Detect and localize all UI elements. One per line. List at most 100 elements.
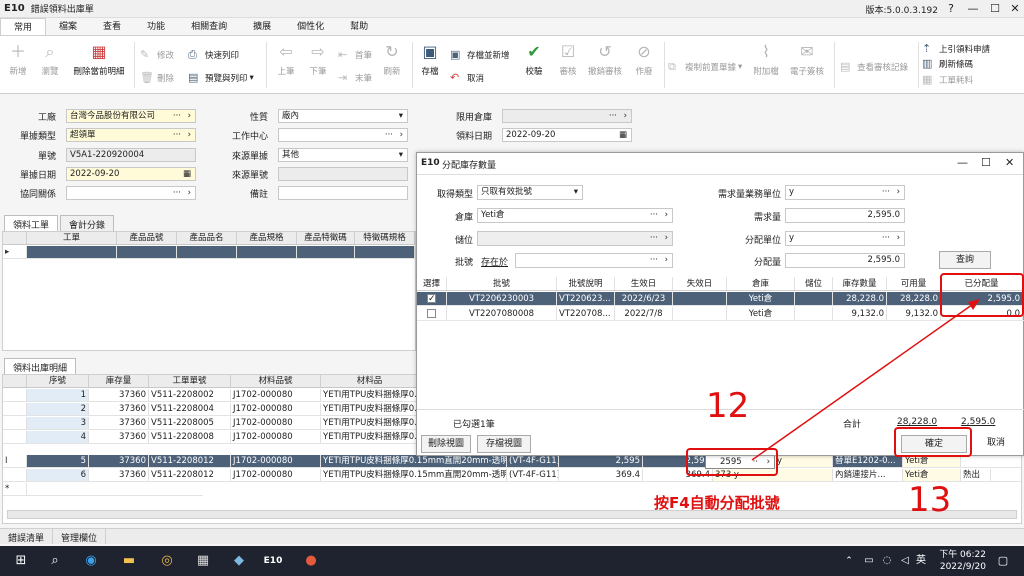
table-row[interactable]: ▸	[3, 246, 415, 259]
batch-row-selected[interactable]: VT2206230003 VT220623... 2022/6/23 Yeti倉…	[417, 292, 1024, 306]
menu-tab-function[interactable]: 功能	[134, 18, 178, 35]
col-warehouse[interactable]: 倉庫	[727, 277, 795, 290]
review-button[interactable]: ☑ 審核	[554, 42, 582, 77]
refresh-button[interactable]: ↻ 刷新	[378, 42, 406, 77]
chevron-right-icon[interactable]: ›	[665, 254, 668, 267]
notes-icon[interactable]: ◆	[228, 551, 250, 571]
chevron-right-icon[interactable]: ›	[665, 232, 668, 245]
lookup-icon[interactable]: ···	[650, 254, 658, 267]
unreview-button[interactable]: ↺ 撤銷審核	[586, 42, 624, 77]
save-button[interactable]: ▣ 存檔	[416, 42, 444, 77]
upper-pick-request-button[interactable]: ⇡ 上引領料申請	[922, 42, 990, 55]
first-record-button[interactable]: ⇤ 首筆	[338, 48, 372, 61]
new-button[interactable]: ＋新增	[4, 42, 32, 77]
table-row[interactable]: 3 37360 V511-2208005 J1702-000080 YETI用T…	[3, 417, 417, 430]
table-row[interactable]: 2 37360 V511-2208004 J1702-000080 YETI用T…	[3, 403, 417, 416]
col-product-name[interactable]: 產品品名	[177, 232, 237, 244]
cancel-button[interactable]: 取消	[973, 435, 1019, 453]
next-record-button[interactable]: ⇨ 下筆	[304, 42, 332, 77]
limit-warehouse-field[interactable]: ··· ›	[502, 109, 632, 123]
col-exp-date[interactable]: 失效日	[673, 277, 727, 290]
alloc-qty-field[interactable]: 2,595.0	[785, 253, 905, 268]
warehouse-field[interactable]: Yeti倉 ··· ›	[477, 208, 673, 223]
menu-tab-view[interactable]: 查看	[90, 18, 134, 35]
chevron-right-icon[interactable]: ›	[897, 186, 900, 199]
minimize-icon[interactable]: —	[962, 1, 984, 17]
col-product-no[interactable]: 產品品號	[117, 232, 177, 244]
col-product-feature[interactable]: 產品特徵碼	[297, 232, 355, 244]
chevron-right-icon[interactable]: ›	[188, 187, 191, 199]
ime-indicator[interactable]: 英	[910, 551, 932, 571]
source-doc-select[interactable]: 其他 ▾	[278, 148, 408, 162]
co-relation-field[interactable]: ··· ›	[66, 186, 196, 200]
menu-tab-file[interactable]: 檔案	[46, 18, 90, 35]
calendar-icon[interactable]: ▦	[183, 168, 191, 180]
e10-app-icon[interactable]: E10	[262, 551, 284, 571]
source-no-field[interactable]	[278, 167, 408, 181]
tab-error-list[interactable]: 錯誤清單	[0, 529, 54, 544]
chevron-right-icon[interactable]: ›	[624, 110, 627, 122]
table-row-selected[interactable]: I 5 37360 V511-2208012 J1702-000080 YETI…	[3, 455, 1021, 468]
col-item-no[interactable]: 材料品號	[231, 375, 321, 387]
tray-chevron-icon[interactable]: ⌃	[838, 551, 860, 571]
table-row[interactable]: 6 37360 V511-2208012 J1702-000080 YETI用T…	[3, 469, 1021, 482]
col-eff-date[interactable]: 生效日	[615, 277, 673, 290]
col-wo-no[interactable]: 工單單號	[149, 375, 231, 387]
batch-exists-link[interactable]: 存在於	[481, 255, 508, 268]
menu-tab-home[interactable]: 常用	[0, 18, 47, 35]
doc-no-field[interactable]: V5A1-220920004	[66, 148, 196, 162]
chevron-right-icon[interactable]: ›	[665, 209, 668, 222]
lookup-icon[interactable]: ···	[882, 232, 890, 245]
factory-field[interactable]: 台灣今品股份有限公司 ··· ›	[66, 109, 196, 123]
alloc-unit-field[interactable]: y ··· ›	[785, 231, 905, 246]
remark-field[interactable]	[278, 186, 408, 200]
tab-manage-fields[interactable]: 管理欄位	[53, 529, 107, 544]
chrome-icon[interactable]: ◎	[156, 551, 178, 571]
cancel-edit-button[interactable]: ↶ 取消	[450, 71, 484, 84]
close-icon[interactable]: ✕	[1004, 1, 1024, 17]
col-product-spec[interactable]: 產品規格	[237, 232, 297, 244]
col-stock[interactable]: 庫存量	[89, 375, 149, 387]
doc-date-field[interactable]: 2022-09-20 ▦	[66, 167, 196, 181]
delete-current-detail-button[interactable]: ▦ 刪除當前明細	[68, 42, 130, 77]
location-field[interactable]: ··· ›	[477, 231, 673, 246]
menu-tab-help[interactable]: 幫助	[337, 18, 381, 35]
remove-button[interactable]: 🗑 刪除	[140, 71, 174, 84]
attachment-button[interactable]: ⌇ 附加檔	[748, 42, 784, 77]
last-record-button[interactable]: ⇥ 末筆	[338, 71, 372, 84]
table-row[interactable]: 1 37360 V511-2208002 J1702-000080 YETI用T…	[3, 389, 417, 402]
edge-icon[interactable]: ◉	[80, 551, 102, 571]
edit-button[interactable]: ✎ 修改	[140, 48, 174, 61]
e-sign-button[interactable]: ✉ 電子簽核	[786, 42, 828, 77]
menu-tab-personalize[interactable]: 個性化	[284, 18, 337, 35]
chevron-down-icon[interactable]: ▾	[574, 186, 578, 199]
quick-print-button[interactable]: ⎙ 快速列印	[188, 48, 239, 62]
col-feature-spec[interactable]: 特徵碼規格	[355, 232, 415, 244]
table-row[interactable]: 4 37360 V511-2208008 J1702-000080 YETI用T…	[3, 431, 417, 444]
lookup-icon[interactable]: ···	[173, 110, 181, 122]
save-view-button[interactable]: 存檔視圖	[477, 435, 531, 453]
chevron-right-icon[interactable]: ›	[400, 129, 403, 141]
clock[interactable]: 下午 06:22 2022/9/20	[939, 549, 986, 573]
notification-icon[interactable]: ▢	[992, 551, 1014, 571]
calculator-icon[interactable]: ▦	[192, 551, 214, 571]
nature-select[interactable]: 廠內 ▾	[278, 109, 408, 123]
chevron-down-icon[interactable]: ▾	[399, 110, 403, 122]
col-select[interactable]: 選擇	[417, 277, 447, 290]
lookup-icon[interactable]: ···	[882, 186, 890, 199]
save-and-new-button[interactable]: ▣ 存檔並新增	[450, 48, 510, 61]
query-button[interactable]: 查詢	[939, 251, 991, 269]
chevron-right-icon[interactable]: ›	[897, 232, 900, 245]
work-material-button[interactable]: ▦ 工單耗料	[922, 73, 973, 86]
lookup-icon[interactable]: ···	[609, 110, 617, 122]
copy-prev-doc-button[interactable]: ⧉ 複制前置單據 ▾	[668, 60, 742, 74]
menu-tab-related-query[interactable]: 相關查詢	[178, 18, 240, 35]
lookup-icon[interactable]: ···	[173, 187, 181, 199]
lookup-icon[interactable]: ···	[385, 129, 393, 141]
view-review-log-button[interactable]: ▤ 查看審核記錄	[840, 60, 908, 73]
demand-unit-field[interactable]: y ··· ›	[785, 185, 905, 200]
work-center-field[interactable]: ··· ›	[278, 128, 408, 142]
menu-tab-extend[interactable]: 擴展	[240, 18, 284, 35]
col-item-name[interactable]: 材料品	[321, 375, 419, 387]
browse-button[interactable]: ⌕ 瀏覽	[36, 42, 64, 77]
